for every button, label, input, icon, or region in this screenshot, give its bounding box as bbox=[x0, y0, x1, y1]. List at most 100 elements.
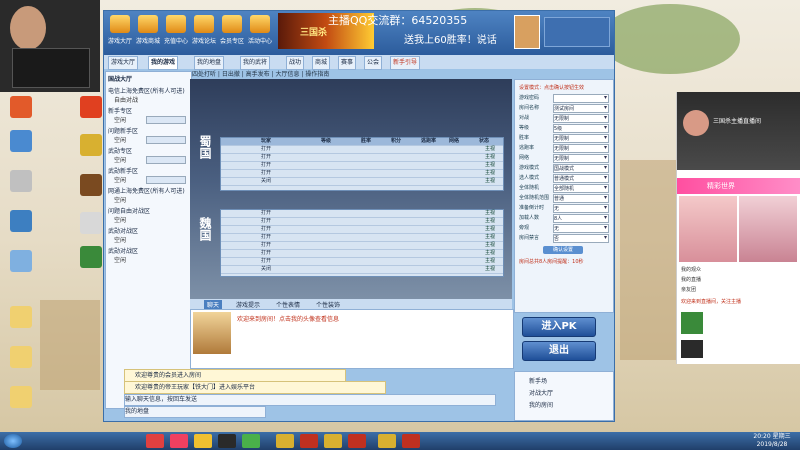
user-avatar[interactable] bbox=[514, 15, 540, 49]
stream-thumbnail[interactable] bbox=[679, 196, 737, 262]
system-clock[interactable]: 20:20 星期三 2019/8/28 bbox=[748, 433, 796, 449]
join-pk-button[interactable]: 进入PK bbox=[522, 317, 596, 337]
music-icon[interactable] bbox=[170, 434, 188, 448]
room-item[interactable]: 武勋专区 bbox=[108, 146, 188, 155]
seat-action[interactable]: 主视 bbox=[479, 226, 501, 233]
seat-action[interactable]: 主视 bbox=[479, 242, 501, 249]
setting-value[interactable]: 否 bbox=[553, 234, 609, 243]
seat-action[interactable]: 主视 bbox=[479, 162, 501, 169]
start-icon[interactable] bbox=[4, 434, 22, 448]
toolbar-label[interactable]: 充值中心 bbox=[164, 36, 188, 45]
setting-value[interactable]: 无限制 bbox=[553, 144, 609, 153]
seat-row[interactable]: 打开 主视 bbox=[221, 210, 503, 218]
game-shortcut-icon[interactable] bbox=[80, 212, 102, 234]
seat-row[interactable]: 打开 主视 bbox=[221, 258, 503, 266]
game-shortcut-icon[interactable] bbox=[80, 174, 102, 196]
lobby-icon[interactable] bbox=[110, 15, 130, 33]
forum-icon[interactable] bbox=[194, 15, 214, 33]
setting-row[interactable]: 房间禁言 否 bbox=[519, 234, 611, 243]
game-thumbnail-icon[interactable] bbox=[681, 340, 703, 358]
setting-value[interactable]: 全部随机 bbox=[553, 184, 609, 193]
phone-list-item[interactable]: 亲友团 bbox=[681, 286, 797, 294]
folder-icon[interactable] bbox=[194, 434, 212, 448]
setting-row[interactable]: 对战 无限制 bbox=[519, 114, 611, 123]
setting-value[interactable] bbox=[553, 94, 609, 103]
tab-lobby[interactable]: 游戏大厅 bbox=[108, 56, 139, 70]
network-icon[interactable] bbox=[10, 170, 32, 192]
path-selector[interactable]: 我的地盘 bbox=[124, 406, 266, 418]
setting-row[interactable]: 旁观 无 bbox=[519, 224, 611, 233]
recycle-bin-icon[interactable] bbox=[10, 96, 32, 118]
setting-row[interactable]: 网络 无限制 bbox=[519, 154, 611, 163]
control-panel-icon[interactable] bbox=[10, 250, 32, 272]
tab-my-game[interactable]: 我的游戏 bbox=[148, 56, 179, 70]
seat-action[interactable]: 主视 bbox=[479, 178, 501, 185]
setting-row[interactable]: 游戏模式 国战模式 bbox=[519, 164, 611, 173]
setting-value[interactable]: 国战模式 bbox=[553, 164, 609, 173]
seat-action[interactable]: 主视 bbox=[479, 154, 501, 161]
seat-row[interactable]: 打开 主视 bbox=[221, 218, 503, 226]
tab-game-tips[interactable]: 游戏提示 bbox=[236, 300, 260, 309]
host-avatar[interactable] bbox=[683, 110, 709, 136]
seat-row[interactable]: 打开 主视 bbox=[221, 162, 503, 170]
chat-input[interactable]: 输入聊天信息，按回车发送 bbox=[124, 394, 496, 406]
setting-value[interactable]: 无限制 bbox=[553, 154, 609, 163]
side-list-item[interactable]: 新手场 bbox=[529, 376, 547, 385]
room-item[interactable]: 武勋新手区 bbox=[108, 166, 188, 175]
setting-value[interactable]: 无限制 bbox=[553, 134, 609, 143]
setting-row[interactable]: 等级 5级 bbox=[519, 124, 611, 133]
seat-action[interactable]: 主视 bbox=[479, 210, 501, 217]
seat-row[interactable]: 打开 主视 bbox=[221, 226, 503, 234]
toolbar-label[interactable]: 会员专区 bbox=[220, 36, 244, 45]
side-list-item[interactable]: 对战大厅 bbox=[529, 388, 553, 397]
confirm-settings-button[interactable]: 确认设置 bbox=[543, 246, 583, 254]
setting-value[interactable]: 8人 bbox=[553, 214, 609, 223]
seat-row[interactable]: 关闭 主视 bbox=[221, 178, 503, 186]
setting-row[interactable]: 全体随机范围 普通 bbox=[519, 194, 611, 203]
game-icon[interactable] bbox=[348, 434, 366, 448]
game-shortcut-icon[interactable] bbox=[80, 96, 102, 118]
tab-my-generals[interactable]: 我的武将 bbox=[240, 56, 271, 70]
game-shortcut-icon[interactable] bbox=[80, 246, 102, 268]
exit-button[interactable]: 退出 bbox=[522, 341, 596, 361]
event-icon[interactable] bbox=[250, 15, 270, 33]
side-list-item[interactable]: 我的房间 bbox=[529, 400, 553, 409]
game-shortcut-icon[interactable] bbox=[80, 134, 102, 156]
setting-value[interactable]: 无 bbox=[553, 204, 609, 213]
tab-newbie-guide[interactable]: 新手引导 bbox=[390, 56, 421, 70]
toolbar-label[interactable]: 游戏商城 bbox=[136, 36, 160, 45]
setting-value[interactable]: 无 bbox=[553, 224, 609, 233]
setting-row[interactable]: 逃跑率 无限制 bbox=[519, 144, 611, 153]
seat-row[interactable]: 关闭 主视 bbox=[221, 266, 503, 274]
tab-merit[interactable]: 战功 bbox=[286, 56, 305, 70]
room-item[interactable]: 武勋对战区 bbox=[108, 246, 188, 255]
tab-guild[interactable]: 公会 bbox=[364, 56, 383, 70]
seat-action[interactable]: 主视 bbox=[479, 266, 501, 273]
game-icon[interactable] bbox=[402, 434, 420, 448]
seat-row[interactable]: 打开 主视 bbox=[221, 242, 503, 250]
room-item[interactable]: 问题新手区 bbox=[108, 126, 188, 135]
seat-action[interactable]: 主视 bbox=[479, 250, 501, 257]
seat-row[interactable]: 打开 主视 bbox=[221, 146, 503, 154]
toolbar-label[interactable]: 游戏大厅 bbox=[108, 36, 132, 45]
seat-row[interactable]: 打开 主视 bbox=[221, 154, 503, 162]
folder-icon[interactable] bbox=[10, 306, 32, 328]
tab-emotes[interactable]: 个性表情 bbox=[276, 300, 300, 309]
folder-icon[interactable] bbox=[10, 386, 32, 408]
room-item[interactable]: 新手专区 bbox=[108, 106, 188, 115]
setting-row[interactable]: 选人模式 普通模式 bbox=[519, 174, 611, 183]
seat-row[interactable]: 打开 主视 bbox=[221, 170, 503, 178]
phone-list-item[interactable]: 欢迎来到直播间，关注主播 bbox=[681, 298, 797, 306]
tab-my-territory[interactable]: 我的地盘 bbox=[194, 56, 225, 70]
sub-tabs[interactable]: 四处打听 | 日出撤 | 高手发布 | 大厅信息 | 操作指南 bbox=[192, 69, 512, 79]
browser-icon[interactable] bbox=[146, 434, 164, 448]
setting-value[interactable]: 普通模式 bbox=[553, 174, 609, 183]
computer-icon[interactable] bbox=[10, 130, 32, 152]
room-item[interactable]: 问题自由对战区 bbox=[108, 206, 188, 215]
game-icon[interactable] bbox=[378, 434, 396, 448]
game-icon[interactable] bbox=[300, 434, 318, 448]
phone-list-item[interactable]: 我的观众 bbox=[681, 266, 797, 274]
setting-value[interactable]: 普通 bbox=[553, 194, 609, 203]
tab-events[interactable]: 赛事 bbox=[338, 56, 357, 70]
tab-decorations[interactable]: 个性装饰 bbox=[316, 300, 340, 309]
